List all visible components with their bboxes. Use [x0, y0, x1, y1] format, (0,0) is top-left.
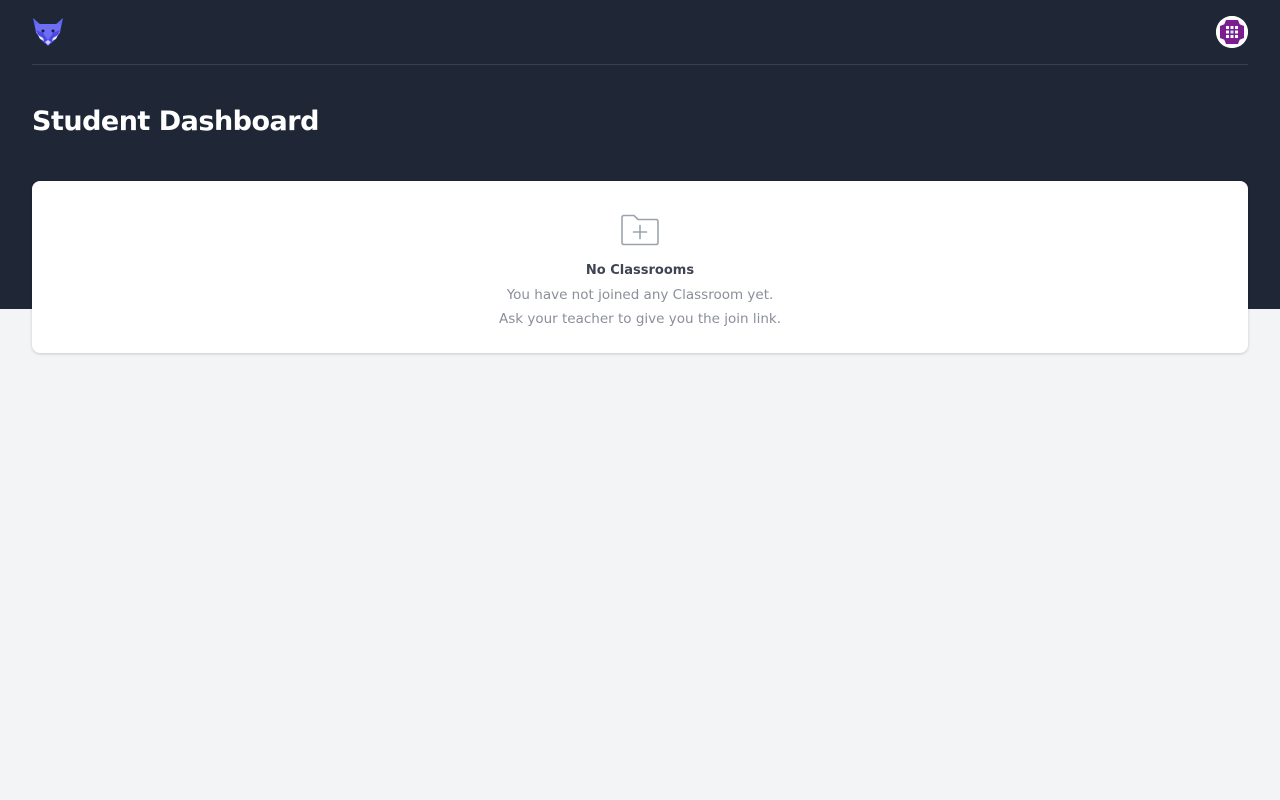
- folder-plus-icon: [619, 213, 661, 247]
- top-navigation-bar: [32, 0, 1248, 65]
- fox-logo-icon[interactable]: [32, 16, 64, 48]
- classrooms-empty-card: No Classrooms You have not joined any Cl…: [32, 181, 1248, 353]
- page-title: Student Dashboard: [32, 106, 319, 137]
- empty-state-title: No Classrooms: [585, 263, 695, 278]
- empty-state-hint: Ask your teacher to give you the join li…: [498, 311, 782, 327]
- user-avatar-icon[interactable]: [1216, 16, 1248, 48]
- empty-state-message: You have not joined any Classroom yet.: [506, 287, 774, 303]
